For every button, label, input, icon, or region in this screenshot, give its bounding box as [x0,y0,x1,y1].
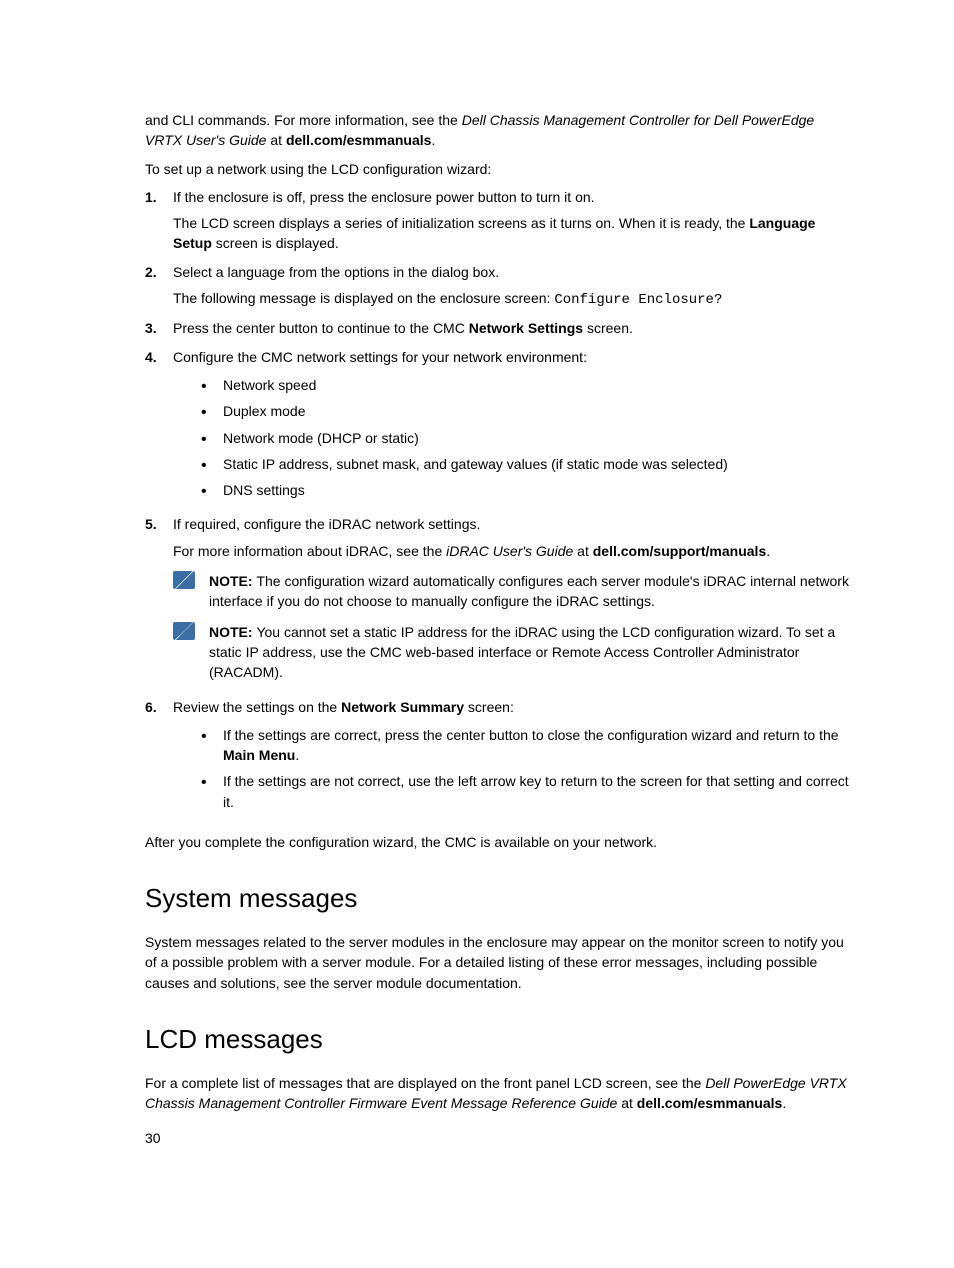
list-item: Duplex mode [201,401,854,421]
note-block: NOTE: The configuration wizard automatic… [173,571,854,612]
intro-fragment: and CLI commands. For more information, … [145,110,854,151]
screen-name: Network Summary [341,699,464,715]
step-1: 1. If the enclosure is off, press the en… [145,187,854,254]
step-subtext: The LCD screen displays a series of init… [173,213,854,254]
step-text: If the enclosure is off, press the enclo… [173,187,854,207]
step-4: 4. Configure the CMC network settings fo… [145,347,854,507]
text: at [617,1095,636,1111]
step-5: 5. If required, configure the iDRAC netw… [145,514,854,688]
screen-name: Network Settings [469,320,583,336]
note-label: NOTE: [209,624,256,640]
system-messages-paragraph: System messages related to the server mo… [145,932,854,993]
step-subtext: The following message is displayed on th… [173,288,854,310]
step-body: Select a language from the options in th… [173,262,854,311]
link-text: dell.com/esmmanuals [637,1095,783,1111]
step-body: Press the center button to continue to t… [173,318,854,338]
console-message: Configure Enclosure? [554,292,722,308]
steps-list: 1. If the enclosure is off, press the en… [145,187,854,818]
list-item: Static IP address, subnet mask, and gate… [201,454,854,474]
text: If the settings are correct, press the c… [223,727,839,743]
text: Press the center button to continue to t… [173,320,469,336]
step-number: 5. [145,514,173,688]
step-body: Review the settings on the Network Summa… [173,697,854,818]
review-list: If the settings are correct, press the c… [173,725,854,812]
step-text: Review the settings on the Network Summa… [173,697,854,717]
text: . [295,747,299,763]
intro-text: and CLI commands. For more information, … [145,112,462,128]
menu-name: Main Menu [223,747,295,763]
text: screen: [464,699,514,715]
note-block: NOTE: You cannot set a static IP address… [173,622,854,683]
note-body: The configuration wizard automatically c… [209,573,849,609]
settings-list: Network speed Duplex mode Network mode (… [173,375,854,500]
note-body: You cannot set a static IP address for t… [209,624,835,681]
guide-title: iDRAC User's Guide [446,543,573,559]
list-item: Network speed [201,375,854,395]
step-3: 3. Press the center button to continue t… [145,318,854,338]
note-text: NOTE: The configuration wizard automatic… [209,571,854,612]
text: The following message is displayed on th… [173,290,554,306]
step-text: Configure the CMC network settings for y… [173,347,854,367]
text: Review the settings on the [173,699,341,715]
page-number: 30 [145,1128,161,1148]
text: . [766,543,770,559]
note-icon [173,622,195,640]
note-icon [173,571,195,589]
text: screen is displayed. [212,235,339,251]
text: The LCD screen displays a series of init… [173,215,749,231]
closing-paragraph: After you complete the configuration wiz… [145,832,854,852]
intro-at: at [266,132,285,148]
text: For a complete list of messages that are… [145,1075,705,1091]
lead-sentence: To set up a network using the LCD config… [145,159,854,179]
list-item: If the settings are correct, press the c… [201,725,854,766]
text: . [782,1095,786,1111]
step-number: 6. [145,697,173,818]
step-body: If the enclosure is off, press the enclo… [173,187,854,254]
step-body: Configure the CMC network settings for y… [173,347,854,507]
lcd-messages-paragraph: For a complete list of messages that are… [145,1073,854,1114]
text: For more information about iDRAC, see th… [173,543,446,559]
system-messages-heading: System messages [145,880,854,918]
note-label: NOTE: [209,573,256,589]
step-number: 3. [145,318,173,338]
step-number: 1. [145,187,173,254]
step-body: If required, configure the iDRAC network… [173,514,854,688]
text: screen. [583,320,633,336]
step-text: Select a language from the options in th… [173,262,854,282]
step-number: 4. [145,347,173,507]
note-text: NOTE: You cannot set a static IP address… [209,622,854,683]
intro-end: . [431,132,435,148]
intro-link: dell.com/esmmanuals [286,132,432,148]
lcd-messages-heading: LCD messages [145,1021,854,1059]
list-item: DNS settings [201,480,854,500]
document-page: and CLI commands. For more information, … [0,0,954,1268]
step-subtext: For more information about iDRAC, see th… [173,541,854,561]
text: at [573,543,592,559]
link-text: dell.com/support/manuals [593,543,766,559]
step-text: If required, configure the iDRAC network… [173,514,854,534]
list-item: Network mode (DHCP or static) [201,428,854,448]
step-6: 6. Review the settings on the Network Su… [145,697,854,818]
list-item: If the settings are not correct, use the… [201,771,854,812]
step-number: 2. [145,262,173,311]
step-2: 2. Select a language from the options in… [145,262,854,311]
